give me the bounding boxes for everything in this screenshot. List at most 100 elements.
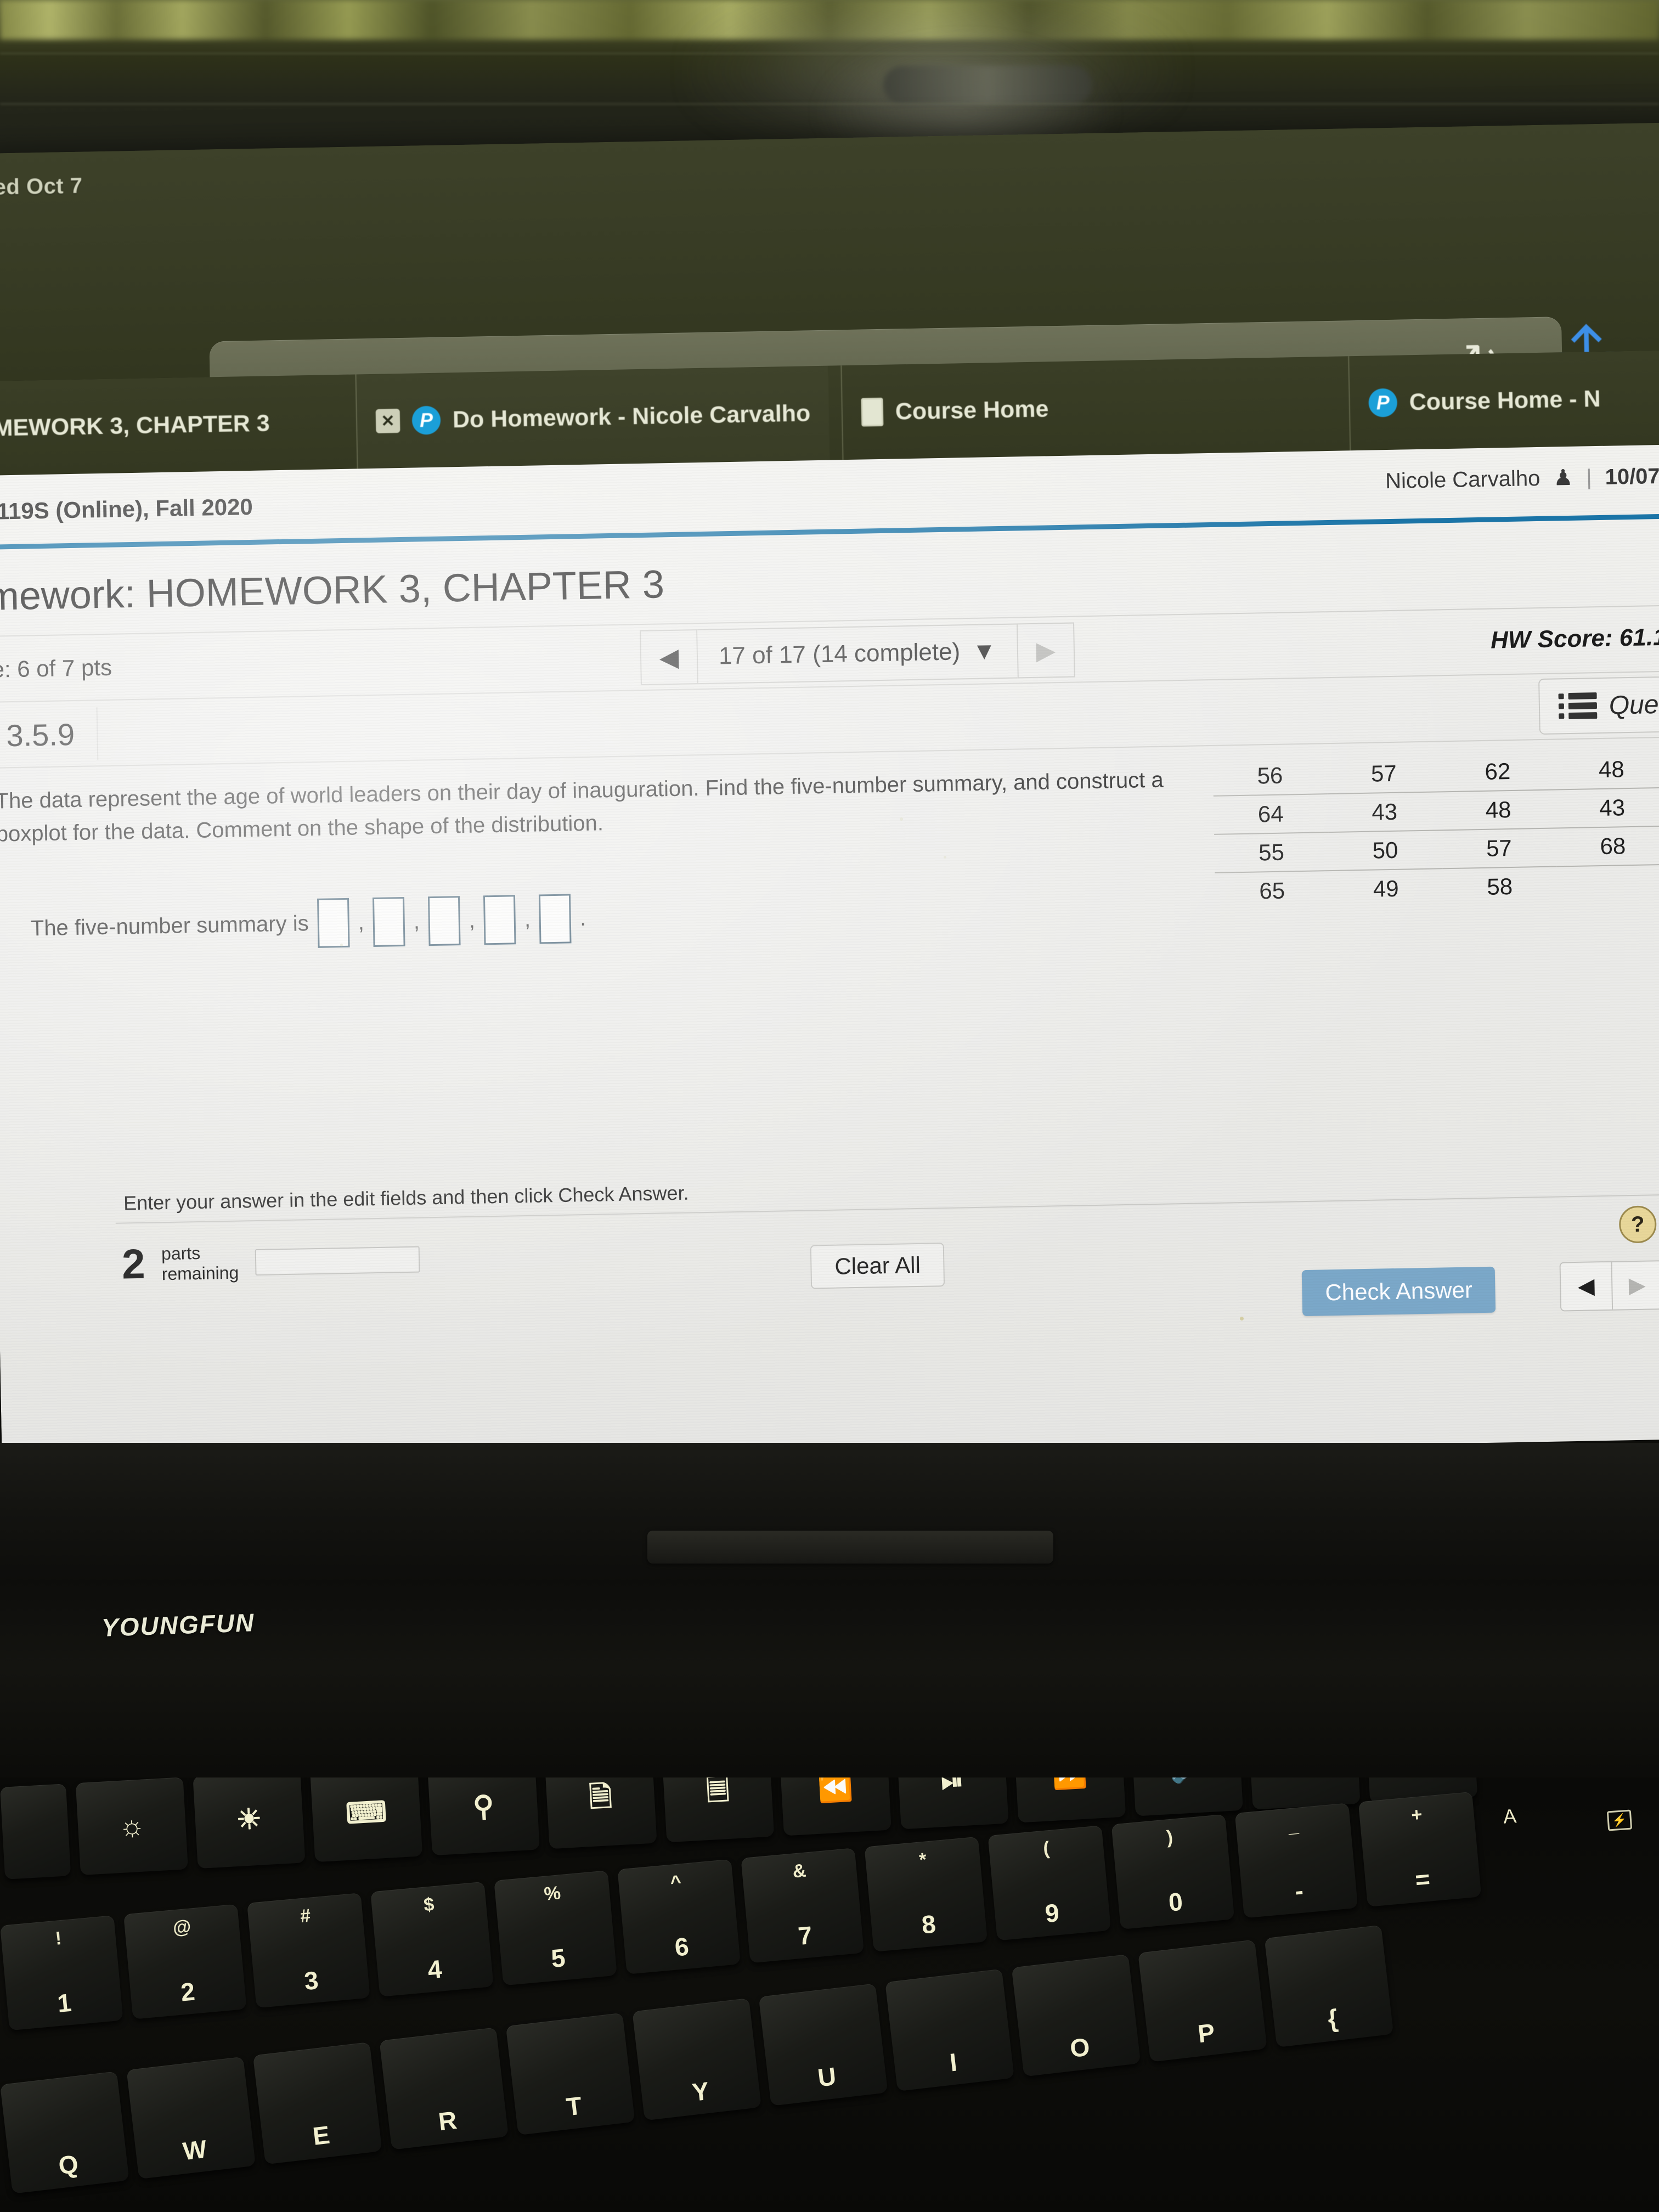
current-date: 10/07/20 [1605,463,1659,489]
key-3[interactable]: # 3 [247,1893,370,2008]
key-minus[interactable]: _ - [1234,1803,1358,1918]
fast-forward-icon[interactable]: ⏩ [1013,1778,1126,1823]
key-q[interactable]: Q [0,2071,129,2194]
tablet-screen: Wed Oct 7 › AA 🔒 mathxl.com ↻ [0,122,1659,1470]
key-sub: ^ [669,1871,682,1893]
status-bar-date: Wed Oct 7 [0,173,83,200]
check-answer-button[interactable]: Check Answer [1301,1266,1496,1317]
comma-separator: , [469,908,476,933]
key-main: P [1196,2018,1216,2049]
nav-next-button[interactable]: ▶ [1611,1261,1659,1310]
question-number-group: ✓ ✗ 3.5.9 [0,707,98,763]
user-info-block: Nicole Carvalho ♟ | 10/07/20 [1385,463,1659,494]
five-number-input-1[interactable] [317,898,350,948]
pager-next-button[interactable]: ▶ [1016,622,1075,679]
play-pause-icon[interactable]: ⏯ [896,1778,1009,1830]
key-9[interactable]: ( 9 [988,1825,1111,1941]
comma-separator: , [524,907,531,932]
five-number-input-5[interactable] [539,894,572,944]
key-1[interactable]: ! 1 [0,1915,123,2031]
tab-label: Do Homework - Nicole Carvalho [452,399,811,433]
tab-label: Course Home - N [1409,385,1601,415]
key-equals[interactable]: + = [1358,1791,1482,1907]
chevron-down-icon[interactable]: ▼ [972,637,996,665]
caps-indicator-icon: A [1502,1804,1517,1828]
tab-course-home-2[interactable]: P Course Home - N [1348,351,1621,451]
table-cell: 48 [1441,789,1556,831]
key-u[interactable]: U [758,1983,888,2106]
key-main: 0 [1167,1887,1184,1917]
key-6[interactable]: ^ 6 [617,1859,741,1974]
question-number: 3.5.9 [5,716,75,753]
key-8[interactable]: * 8 [864,1836,988,1952]
nav-prev-button[interactable]: ◀ [1560,1262,1612,1311]
page-title: omework: HOMEWORK 3, CHAPTER 3 [0,562,665,619]
key-p[interactable]: P [1138,1939,1267,2062]
pager-dropdown[interactable]: 17 of 17 (14 complete) ▼ [697,623,1018,685]
key-w[interactable]: W [126,2056,256,2180]
search-icon[interactable]: ⚲ [427,1778,540,1856]
mute-icon[interactable]: 🔈 [1130,1778,1243,1816]
progress-bar [255,1246,420,1276]
split-screen-icon[interactable]: 🗏 [662,1778,775,1843]
table-cell: 62 [1440,752,1555,792]
key-i[interactable]: I [885,1968,1014,2092]
key-r[interactable]: R [379,2027,509,2150]
user-name[interactable]: Nicole Carvalho [1385,466,1541,493]
key-0[interactable]: ) 0 [1111,1814,1235,1929]
hw-score: HW Score: 61.11%, 2 [1490,623,1659,654]
brightness-down-icon[interactable]: ☼ [75,1778,188,1876]
tab-homework3-chapter3[interactable]: HOMEWORK 3, CHAPTER 3 [0,376,289,477]
clear-all-button[interactable]: Clear All [810,1243,945,1289]
table-cell: 68 [1555,826,1659,867]
key-esc[interactable] [0,1784,71,1880]
five-number-input-4[interactable] [483,895,516,945]
keyboard-backlight-icon[interactable]: ⌨ [310,1778,423,1863]
pager-label: 17 of 17 (14 complete) [718,638,961,670]
five-number-input-2[interactable] [372,896,405,947]
key-sub: ( [1042,1838,1051,1860]
key-sub: _ [1287,1815,1300,1837]
table-cell: 43 [1327,792,1442,833]
tab-close-icon[interactable]: ✕ [375,408,400,433]
divider: | [1585,465,1592,489]
help-icon[interactable]: ? [1618,1205,1657,1244]
five-number-input-3[interactable] [428,896,461,946]
table-cell: 48 [1554,749,1659,790]
key-main: O [1068,2032,1092,2063]
key-5[interactable]: % 5 [494,1870,617,1986]
key-y[interactable]: Y [632,1998,761,2121]
table-row: 65 49 58 [1215,865,1659,911]
key-7[interactable]: & 7 [741,1848,864,1963]
course-label: H 119S (Online), Fall 2020 [0,493,253,525]
key-bracket-left[interactable]: { [1264,1925,1394,2048]
pager-prev-button[interactable]: ◀ [640,629,698,686]
rewind-icon[interactable]: ⏪ [778,1778,891,1836]
brightness-up-icon[interactable]: ☀ [193,1778,306,1869]
browser-chrome: Wed Oct 7 › AA 🔒 mathxl.com ↻ [0,122,1659,449]
tab-course-home[interactable]: Course Home [840,361,1069,460]
key-main: U [816,2061,838,2092]
task-view-icon[interactable]: 🗎 [544,1778,657,1849]
key-t[interactable]: T [505,2012,635,2136]
key-main: Q [57,2149,80,2180]
key-main: 1 [56,1988,73,2018]
key-main: I [948,2047,959,2077]
tab-do-homework[interactable]: ✕ P Do Homework - Nicole Carvalho [355,365,830,469]
pearson-favicon-icon: P [411,405,441,435]
list-icon [1558,692,1598,720]
key-4[interactable]: $ 4 [370,1881,494,1997]
key-e[interactable]: E [252,2042,382,2165]
question-help-button[interactable]: Question H [1538,674,1659,735]
key-2[interactable]: @ 2 [123,1904,247,2019]
table-cell: 64 [1213,794,1328,834]
tab-label: Course Home [895,395,1049,425]
table-cell: 58 [1486,873,1513,900]
key-main: W [181,2134,208,2166]
person-icon: ♟ [1553,465,1573,490]
keyboard: ☼ ☀ ⌨ ⚲ 🗎 🗏 ⏪ ⏯ ⏩ 🔈 🔉 🔊 ! 1 @ 2 # 3 [0,1778,1659,2212]
key-o[interactable]: O [1011,1954,1141,2077]
key-main: 8 [920,1909,937,1939]
key-main: R [437,2105,459,2136]
parts-remaining-label: parts remaining [161,1243,239,1284]
